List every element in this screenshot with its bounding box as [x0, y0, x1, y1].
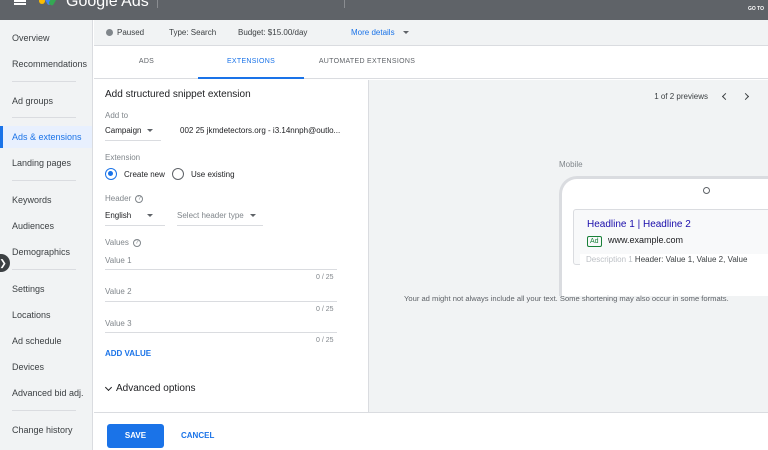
values-label: Values?: [105, 238, 141, 247]
paused-status-icon: [106, 29, 113, 36]
header-type-placeholder: Select header type: [177, 211, 244, 220]
advanced-options-label: Advanced options: [116, 383, 196, 394]
use-existing-radio[interactable]: [172, 168, 184, 180]
header-type-dropdown[interactable]: Select header type: [177, 211, 256, 220]
field-underline: [105, 140, 161, 141]
preview-disclaimer: Your ad might not always include all you…: [404, 294, 729, 303]
snippet-preview-text: Header: Value 1, Value 2, Value: [634, 255, 748, 264]
top-app-bar: Google Ads GO TO: [0, 0, 768, 20]
goto-label[interactable]: GO TO: [748, 6, 764, 12]
sidebar-divider: [12, 269, 76, 270]
next-preview-icon[interactable]: [740, 92, 750, 102]
sidebar-item-overview[interactable]: Overview: [0, 27, 92, 49]
tab-extensions[interactable]: EXTENSIONS: [198, 46, 304, 79]
menu-icon[interactable]: [14, 0, 26, 6]
sidebar-item-ad-groups[interactable]: Ad groups: [0, 90, 92, 112]
phone-camera-icon: [703, 187, 710, 194]
create-new-radio[interactable]: [105, 168, 117, 180]
ad-headline: Headline 1 | Headline 2: [587, 219, 691, 230]
add-value-button[interactable]: ADD VALUE: [105, 349, 151, 358]
ad-display-url: www.example.com: [608, 235, 684, 245]
form-title: Add structured snippet extension: [105, 89, 251, 100]
advanced-options-toggle[interactable]: Advanced options: [104, 383, 196, 394]
sidebar-divider: [12, 180, 76, 181]
field-underline: [105, 269, 337, 270]
cancel-button[interactable]: CANCEL: [181, 424, 214, 448]
chevron-down-icon: [147, 129, 154, 133]
save-button[interactable]: SAVE: [107, 424, 164, 448]
more-details-label: More details: [351, 28, 395, 37]
sidebar-item-devices[interactable]: Devices: [0, 356, 92, 378]
sidebar-item-demographics[interactable]: Demographics: [0, 241, 92, 263]
sidebar-item-ad-schedule[interactable]: Ad schedule: [0, 330, 92, 352]
tab-ads[interactable]: ADS: [114, 46, 179, 79]
status-state: Paused: [117, 28, 145, 37]
more-details-link[interactable]: More details: [351, 28, 409, 37]
campaign-name: 002 25 jkmdetectors.org - i3.14nnph@outl…: [180, 126, 341, 135]
chevron-down-icon: [402, 31, 409, 35]
language-value: English: [105, 211, 132, 220]
sidebar-item-settings[interactable]: Settings: [0, 278, 92, 300]
field-underline: [105, 225, 165, 226]
values-label-text: Values: [105, 238, 129, 247]
topbar-divider: [344, 0, 345, 8]
extension-label: Extension: [105, 153, 141, 162]
app-title: Google Ads: [66, 0, 149, 10]
topbar-divider: [157, 0, 158, 8]
header-label: Header?: [105, 194, 144, 203]
sidebar-nav: Overview Recommendations Ad groups Ads &…: [0, 20, 93, 450]
add-to-value: Campaign: [105, 126, 142, 135]
ad-description: Description 1 Header: Value 1, Value 2, …: [580, 254, 768, 266]
sidebar-item-landing-pages[interactable]: Landing pages: [0, 152, 92, 174]
field-underline: [105, 301, 337, 302]
previous-preview-icon[interactable]: [720, 92, 730, 102]
value-1-field[interactable]: Value 1: [105, 256, 132, 265]
ad-preview-panel: 1 of 2 previews Mobile Headline 1 | Head…: [368, 80, 768, 412]
create-new-label: Create new: [124, 170, 165, 179]
campaign-status-bar: Paused Type: Search Budget: $15.00/day M…: [94, 20, 768, 46]
value-2-counter: 0 / 25: [316, 306, 334, 313]
header-label-text: Header: [105, 194, 132, 203]
sidebar-divider: [12, 410, 76, 411]
sidebar-item-locations[interactable]: Locations: [0, 304, 92, 326]
form-footer: SAVE CANCEL: [94, 412, 768, 450]
ad-preview-card: Headline 1 | Headline 2 Ad www.example.c…: [573, 209, 768, 266]
sidebar-divider: [12, 81, 76, 82]
chevron-down-icon: [104, 383, 113, 391]
value-1-counter: 0 / 25: [316, 274, 334, 281]
sidebar-item-ads-extensions[interactable]: Ads & extensions: [0, 126, 92, 148]
device-label: Mobile: [559, 160, 583, 169]
campaign-budget: Budget: $15.00/day: [238, 28, 308, 37]
sidebar-item-change-history[interactable]: Change history: [0, 419, 92, 441]
value-3-counter: 0 / 25: [316, 337, 334, 344]
ad-badge: Ad: [587, 236, 602, 247]
preview-pager: 1 of 2 previews: [654, 92, 708, 101]
sidebar-item-keywords[interactable]: Keywords: [0, 189, 92, 211]
chevron-down-icon: [249, 214, 256, 218]
extension-form: Add structured snippet extension Add to …: [94, 80, 368, 412]
chevron-down-icon: [147, 214, 154, 218]
sidebar-item-recommendations[interactable]: Recommendations: [0, 53, 92, 75]
google-ads-logo-icon: [39, 0, 57, 6]
campaign-type: Type: Search: [169, 28, 217, 37]
description-placeholder: Description 1: [586, 255, 633, 264]
field-underline: [177, 225, 263, 226]
value-3-field[interactable]: Value 3: [105, 319, 132, 328]
add-to-dropdown[interactable]: Campaign: [105, 126, 154, 135]
sidebar-item-advanced-bid-adj[interactable]: Advanced bid adj.: [0, 382, 92, 404]
sidebar-item-audiences[interactable]: Audiences: [0, 215, 92, 237]
language-dropdown[interactable]: English: [105, 211, 154, 220]
help-icon[interactable]: ?: [135, 194, 144, 203]
field-underline: [105, 332, 337, 333]
tab-automated-extensions[interactable]: AUTOMATED EXTENSIONS: [312, 46, 422, 79]
tab-bar: ADS EXTENSIONS AUTOMATED EXTENSIONS: [94, 46, 768, 79]
add-to-label: Add to: [105, 111, 129, 120]
help-icon[interactable]: ?: [132, 238, 141, 247]
value-2-field[interactable]: Value 2: [105, 287, 132, 296]
use-existing-label: Use existing: [191, 170, 235, 179]
sidebar-divider: [12, 117, 76, 118]
mobile-phone-frame: Headline 1 | Headline 2 Ad www.example.c…: [559, 176, 768, 296]
